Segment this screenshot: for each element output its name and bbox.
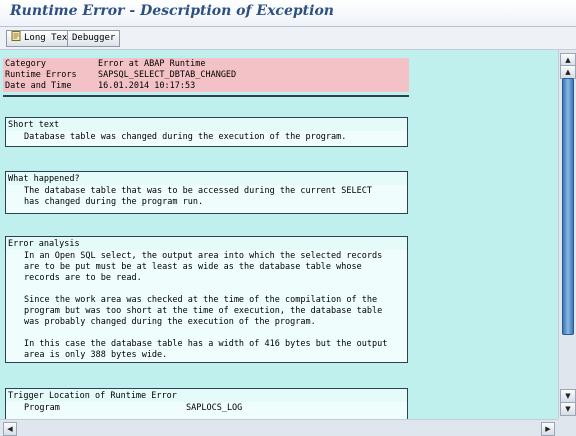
- scroll-right-button[interactable]: ▶: [541, 422, 555, 436]
- arrow-down-icon: ▼: [565, 392, 571, 400]
- scroll-down-button[interactable]: ▼: [560, 402, 576, 416]
- header-value: SAPSQL_SELECT_DBTAB_CHANGED: [98, 70, 237, 80]
- arrow-left-icon: ◀: [7, 425, 13, 433]
- long-text-label: Long Text: [24, 33, 73, 43]
- section-error-analysis: Error analysis In an Open SQL select, th…: [5, 236, 408, 363]
- window-title: Runtime Error - Description of Exception: [10, 3, 334, 19]
- error-content-area: Category Error at ABAP Runtime Runtime E…: [0, 50, 558, 419]
- header-key: Category: [5, 59, 46, 69]
- text-line: was probably changed during the executio…: [24, 317, 316, 327]
- section-body: Program SAPLOCS_LOG: [6, 402, 407, 419]
- text-line: The database table that was to be access…: [24, 186, 372, 196]
- arrow-up-icon: ▲: [565, 68, 571, 76]
- text-line: Database table was changed during the ex…: [24, 132, 347, 142]
- section-trigger-location: Trigger Location of Runtime Error Progra…: [5, 388, 408, 419]
- section-body: Database table was changed during the ex…: [6, 131, 407, 146]
- text-line: are to be put must be at least as wide a…: [24, 262, 362, 272]
- debugger-button[interactable]: Debugger: [67, 30, 121, 47]
- section-short-text: Short text Database table was changed du…: [5, 117, 408, 147]
- header-key: Date and Time: [5, 81, 72, 91]
- title-bar: Runtime Error - Description of Exception: [0, 0, 576, 27]
- text-line: area is only 388 bytes wide.: [24, 350, 168, 360]
- section-title: Error analysis: [8, 239, 80, 249]
- header-divider: [3, 95, 409, 97]
- horizontal-scrollbar[interactable]: ◀ ▶: [0, 419, 558, 436]
- header-value: Error at ABAP Runtime: [98, 59, 206, 69]
- text-line: program but was too short at the time of…: [24, 306, 383, 316]
- header-key: Runtime Errors: [5, 70, 77, 80]
- header-value: 16.01.2014 10:17:53: [98, 81, 196, 91]
- document-icon: [11, 31, 21, 41]
- debugger-label: Debugger: [72, 33, 116, 43]
- text-line: has changed during the program run.: [24, 197, 204, 207]
- section-title: What happened?: [8, 174, 80, 184]
- text-line: In this case the database table has a wi…: [24, 339, 388, 349]
- arrow-right-icon: ▶: [545, 425, 551, 433]
- scroll-thumb[interactable]: [562, 78, 574, 335]
- section-what-happened: What happened? The database table that w…: [5, 171, 408, 214]
- text-line: In an Open SQL select, the output area i…: [24, 251, 383, 261]
- scroll-page-down-button[interactable]: ▼: [560, 389, 576, 403]
- arrow-up-icon: ▲: [565, 56, 571, 64]
- section-title: Short text: [8, 120, 60, 130]
- error-header-band: Category Error at ABAP Runtime Runtime E…: [3, 58, 409, 92]
- scroll-left-button[interactable]: ◀: [3, 422, 17, 436]
- scroll-page-up-button[interactable]: ▲: [560, 65, 576, 79]
- text-line: records are to be read.: [24, 273, 142, 283]
- application-toolbar: Long Text Debugger: [0, 27, 576, 50]
- arrow-down-icon: ▼: [565, 405, 571, 413]
- text-line: Since the work area was checked at the t…: [24, 295, 378, 305]
- program-key: Program: [24, 403, 60, 413]
- section-body: In an Open SQL select, the output area i…: [6, 250, 407, 362]
- section-title: Trigger Location of Runtime Error: [8, 391, 177, 401]
- scrollbar-corner: [558, 419, 576, 436]
- vertical-scrollbar[interactable]: ▲ ▲ ▼ ▼: [558, 50, 576, 419]
- program-value: SAPLOCS_LOG: [186, 403, 243, 413]
- section-body: The database table that was to be access…: [6, 185, 407, 213]
